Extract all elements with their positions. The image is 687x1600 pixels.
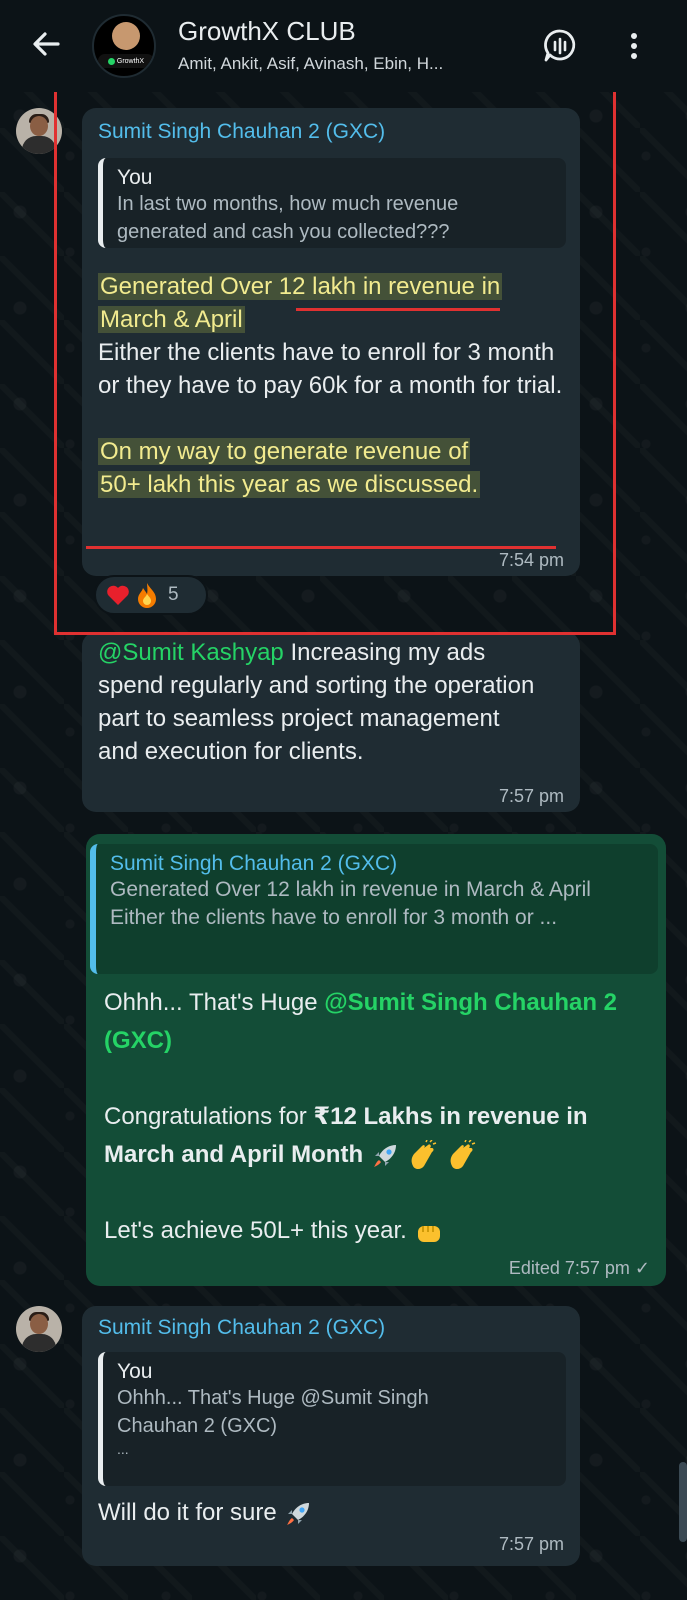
arrow-left-icon bbox=[33, 32, 60, 56]
annotation-underline bbox=[86, 546, 556, 549]
message-body: Let's achieve 50L+ this year. bbox=[104, 1217, 407, 1244]
sender-avatar[interactable] bbox=[16, 1306, 62, 1352]
scrollbar-thumb[interactable] bbox=[679, 1462, 687, 1542]
quote-author: Sumit Singh Chauhan 2 (GXC) bbox=[110, 852, 398, 875]
rocket-emoji-icon bbox=[287, 1502, 310, 1525]
rocket-emoji-icon bbox=[373, 1144, 396, 1167]
quoted-message[interactable]: Sumit Singh Chauhan 2 (GXC) Generated Ov… bbox=[90, 844, 658, 974]
back-button[interactable] bbox=[28, 26, 64, 62]
annotation-underline bbox=[296, 308, 500, 311]
message-time: 7:54 pm bbox=[498, 550, 564, 570]
quote-author: You bbox=[117, 1360, 153, 1383]
heart-emoji-icon bbox=[107, 585, 129, 605]
message-bubble-incoming[interactable]: Sumit Singh Chauhan 2 (GXC) You Ohhh... … bbox=[82, 1306, 580, 1566]
message-time: Edited 7:57 pm ✓ bbox=[508, 1258, 650, 1278]
voice-chat-button[interactable] bbox=[542, 28, 578, 64]
chat-header: GrowthX GrowthX CLUB Amit, Ankit, Asif, … bbox=[0, 0, 687, 92]
quote-author: You bbox=[117, 166, 153, 189]
fire-emoji-icon bbox=[138, 583, 156, 608]
message-body: Will do it for sure bbox=[98, 1499, 277, 1526]
highlighted-text: 50+ lakh this year as we discussed. bbox=[98, 471, 481, 498]
sender-avatar[interactable] bbox=[16, 108, 62, 154]
quote-text: In last two months, how much revenue gen… bbox=[117, 193, 459, 243]
chat-title[interactable]: GrowthX CLUB bbox=[178, 16, 356, 47]
message-body: Either the clients have to enroll for 3 … bbox=[98, 339, 563, 399]
avatar-badge: GrowthX bbox=[98, 54, 154, 68]
message-bubble-outgoing[interactable]: Sumit Singh Chauhan 2 (GXC) Generated Ov… bbox=[86, 834, 666, 1286]
highlighted-text: March & April bbox=[98, 306, 245, 333]
voice-chat-icon bbox=[544, 29, 576, 62]
mention-link[interactable]: @Sumit Kashyap bbox=[98, 639, 284, 666]
highlighted-text: On my way to generate revenue of bbox=[98, 438, 471, 465]
more-options-button[interactable] bbox=[624, 28, 644, 64]
message-bubble-incoming[interactable]: @Sumit Kashyap Increasing my ads spend r… bbox=[82, 632, 580, 812]
message-text: Generated Over 12 lakh in revenue in Mar… bbox=[98, 270, 568, 501]
fist-emoji-icon bbox=[418, 1225, 441, 1242]
message-text: Will do it for sure bbox=[98, 1496, 313, 1529]
reaction-count: 5 bbox=[168, 584, 179, 605]
quote-ellipsis: ... bbox=[117, 1441, 129, 1457]
message-body: Ohhh... That's Huge bbox=[104, 989, 325, 1016]
chat-members[interactable]: Amit, Ankit, Asif, Avinash, Ebin, H... bbox=[178, 54, 443, 74]
quote-text: Ohhh... That's Huge @Sumit Singh Chauhan… bbox=[117, 1387, 429, 1437]
clap-emoji-icon bbox=[450, 1139, 476, 1169]
quote-text: Either the clients have to enroll for 3 … bbox=[110, 906, 558, 929]
group-avatar[interactable]: GrowthX bbox=[92, 14, 156, 78]
message-bubble-incoming[interactable]: Sumit Singh Chauhan 2 (GXC) You In last … bbox=[82, 108, 580, 576]
quoted-message[interactable]: You Ohhh... That's Huge @Sumit Singh Cha… bbox=[98, 1352, 566, 1486]
sender-name[interactable]: Sumit Singh Chauhan 2 (GXC) bbox=[98, 1316, 385, 1340]
message-text: @Sumit Kashyap Increasing my ads spend r… bbox=[98, 636, 538, 768]
message-body: Congratulations for bbox=[104, 1103, 314, 1130]
message-time: 7:57 pm bbox=[498, 786, 564, 806]
reactions-bar[interactable]: 5 bbox=[94, 575, 208, 615]
highlighted-text: Generated Over 12 lakh in revenue in bbox=[98, 273, 503, 300]
sender-name[interactable]: Sumit Singh Chauhan 2 (GXC) bbox=[98, 120, 385, 144]
message-text: Ohhh... That's Huge @Sumit Singh Chauhan… bbox=[104, 984, 644, 1250]
quote-text: Generated Over 12 lakh in revenue in Mar… bbox=[110, 878, 591, 901]
quoted-message[interactable]: You In last two months, how much revenue… bbox=[98, 158, 566, 248]
clap-emoji-icon bbox=[412, 1139, 437, 1169]
more-vert-icon bbox=[631, 33, 637, 59]
avatar-face bbox=[112, 22, 140, 50]
message-time: 7:57 pm bbox=[498, 1534, 564, 1554]
